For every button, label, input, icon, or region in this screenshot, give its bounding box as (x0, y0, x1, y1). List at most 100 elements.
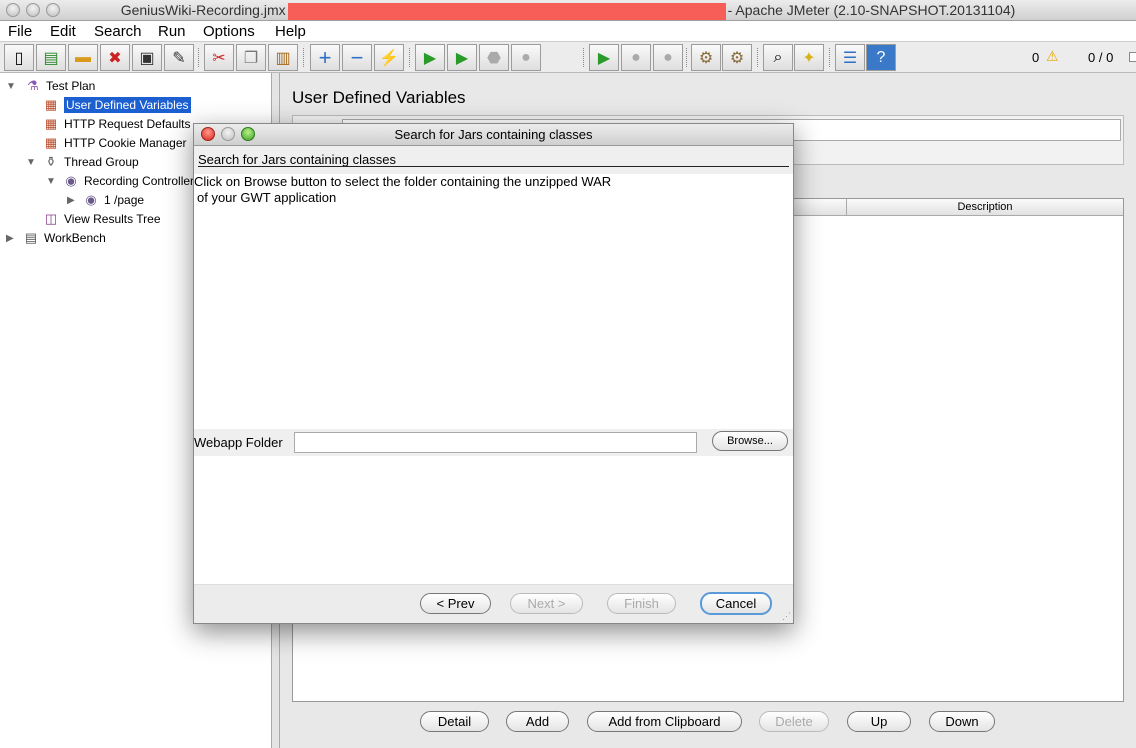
clear-all-icon[interactable]: ⚙ (722, 44, 752, 71)
separator (583, 48, 584, 67)
menu-search[interactable]: Search (94, 23, 142, 40)
dialog-header: Search for Jars containing classes (194, 146, 793, 174)
tree-node-page[interactable]: ◉ 1 /page (82, 191, 144, 209)
remote-stop-all-icon[interactable]: ● (621, 44, 651, 71)
dialog-close-button[interactable] (201, 127, 215, 141)
separator (829, 48, 830, 67)
menu-edit[interactable]: Edit (50, 23, 76, 40)
remote-shutdown-all-icon[interactable]: ● (653, 44, 683, 71)
tree-node-http-cookie-manager[interactable]: ▦ HTTP Cookie Manager (42, 134, 187, 152)
reset-search-icon[interactable]: ✦ (794, 44, 824, 71)
open-icon[interactable]: ▬ (68, 44, 98, 71)
new-icon[interactable]: ▯ (4, 44, 34, 71)
listener-icon: ◫ (44, 211, 58, 226)
start-no-pause-icon[interactable]: ▶ (447, 44, 477, 71)
add-from-clipboard-button[interactable]: Add from Clipboard (587, 711, 742, 732)
expand-arrow-icon[interactable]: ▼ (46, 176, 56, 187)
warning-count: 0 (1032, 50, 1040, 65)
tree-node-user-defined-variables[interactable]: ▦ User Defined Variables (42, 96, 191, 114)
dialog-zoom-button[interactable] (241, 127, 255, 141)
expand-arrow-icon[interactable]: ▼ (26, 157, 36, 168)
start-icon[interactable]: ▶ (415, 44, 445, 71)
column-header-description[interactable]: Description (847, 201, 1123, 213)
up-button[interactable]: Up (847, 711, 911, 732)
templates-icon[interactable]: ▤ (36, 44, 66, 71)
warning-icon[interactable]: ⚠ (1046, 48, 1059, 65)
menu-file[interactable]: File (8, 23, 32, 40)
tree-node-label: User Defined Variables (64, 97, 191, 113)
cancel-button[interactable]: Cancel (700, 592, 772, 615)
config-icon: ▦ (44, 97, 58, 112)
help-icon[interactable]: ? (866, 44, 896, 71)
thread-group-icon: ⚱ (45, 154, 57, 169)
copy-icon[interactable]: ❐ (236, 44, 266, 71)
heading-underline (198, 166, 789, 167)
window-title-file: GeniusWiki-Recording.jmx (120, 2, 286, 18)
config-icon: ▦ (44, 135, 58, 150)
config-icon: ▦ (44, 116, 58, 131)
dialog-button-bar: < Prev Next > Finish Cancel ⋰ (194, 584, 793, 623)
prev-button[interactable]: < Prev (420, 593, 491, 614)
down-button[interactable]: Down (929, 711, 995, 732)
instructions-text: Click on Browse button to select the fol… (194, 174, 611, 206)
webapp-folder-input[interactable] (294, 432, 697, 453)
remote-start-all-icon[interactable]: ▶ (589, 44, 619, 71)
tree-node-label: Thread Group (64, 155, 139, 169)
finish-button: Finish (607, 593, 676, 614)
resize-grip-icon[interactable]: ⋰ (782, 611, 791, 622)
save-as-icon[interactable]: ✎ (164, 44, 194, 71)
tree-node-workbench[interactable]: ▤ WorkBench (22, 229, 106, 247)
page-title: User Defined Variables (292, 88, 466, 107)
controller-icon: ◉ (65, 173, 77, 188)
tree-node-label: HTTP Request Defaults (64, 117, 191, 131)
collapse-arrow-icon[interactable]: ▶ (6, 233, 14, 244)
delete-button: Delete (759, 711, 829, 732)
add-button[interactable]: Add (506, 711, 569, 732)
webapp-folder-row: Webapp Folder Browse... (194, 429, 793, 456)
expand-arrow-icon[interactable]: ▼ (6, 81, 16, 92)
clear-icon[interactable]: ⚙ (691, 44, 721, 71)
window-title-app: - Apache JMeter (2.10-SNAPSHOT.20131104) (727, 2, 1016, 18)
close-icon[interactable]: ✖ (100, 44, 130, 71)
function-helper-icon[interactable]: ☰ (835, 44, 865, 71)
tree-node-label: View Results Tree (64, 212, 161, 226)
detail-button[interactable]: Detail (420, 711, 489, 732)
menu-run[interactable]: Run (158, 23, 186, 40)
menu-bar: File Edit Search Run Options Help (0, 21, 1136, 42)
separator (198, 48, 199, 67)
sampler-icon: ◉ (85, 192, 97, 207)
shutdown-icon[interactable]: ● (511, 44, 541, 71)
search-jars-dialog: Search for Jars containing classes Searc… (193, 123, 794, 624)
tree-node-label: HTTP Cookie Manager (64, 136, 187, 150)
tree-node-thread-group[interactable]: ⚱ Thread Group (42, 153, 139, 171)
collapse-icon[interactable]: − (342, 44, 372, 71)
expand-icon[interactable]: + (310, 44, 340, 71)
paste-icon[interactable]: ▥ (268, 44, 298, 71)
dialog-heading: Search for Jars containing classes (198, 152, 396, 167)
tree-node-test-plan[interactable]: ⚗ Test Plan (24, 77, 95, 95)
menu-help[interactable]: Help (275, 23, 306, 40)
stop-icon[interactable]: ⬣ (479, 44, 509, 71)
tree-node-label: WorkBench (44, 231, 106, 245)
dialog-title-bar: Search for Jars containing classes (194, 124, 793, 146)
separator (686, 48, 687, 67)
tree-node-label: Recording Controller (84, 174, 195, 188)
tree-node-recording-controller[interactable]: ◉ Recording Controller (62, 172, 194, 190)
menu-options[interactable]: Options (203, 23, 255, 40)
search-icon[interactable]: ⌕ (763, 44, 793, 71)
save-icon[interactable]: ▣ (132, 44, 162, 71)
test-plan-icon: ⚗ (27, 78, 39, 93)
dialog-minimize-button (221, 127, 235, 141)
tree-node-label: Test Plan (46, 79, 96, 93)
cut-icon[interactable]: ✂ (204, 44, 234, 71)
browse-button[interactable]: Browse... (712, 431, 788, 451)
tree-node-view-results-tree[interactable]: ◫ View Results Tree (42, 210, 161, 228)
collapse-arrow-icon[interactable]: ▶ (67, 195, 75, 206)
toggle-icon[interactable]: ⚡ (374, 44, 404, 71)
instructions-line: of your GWT application (197, 190, 337, 205)
separator (303, 48, 304, 67)
separator (757, 48, 758, 67)
instructions-line: Click on Browse button to select the fol… (194, 174, 612, 189)
webapp-folder-label: Webapp Folder (194, 435, 283, 450)
tree-node-http-request-defaults[interactable]: ▦ HTTP Request Defaults (42, 115, 191, 133)
